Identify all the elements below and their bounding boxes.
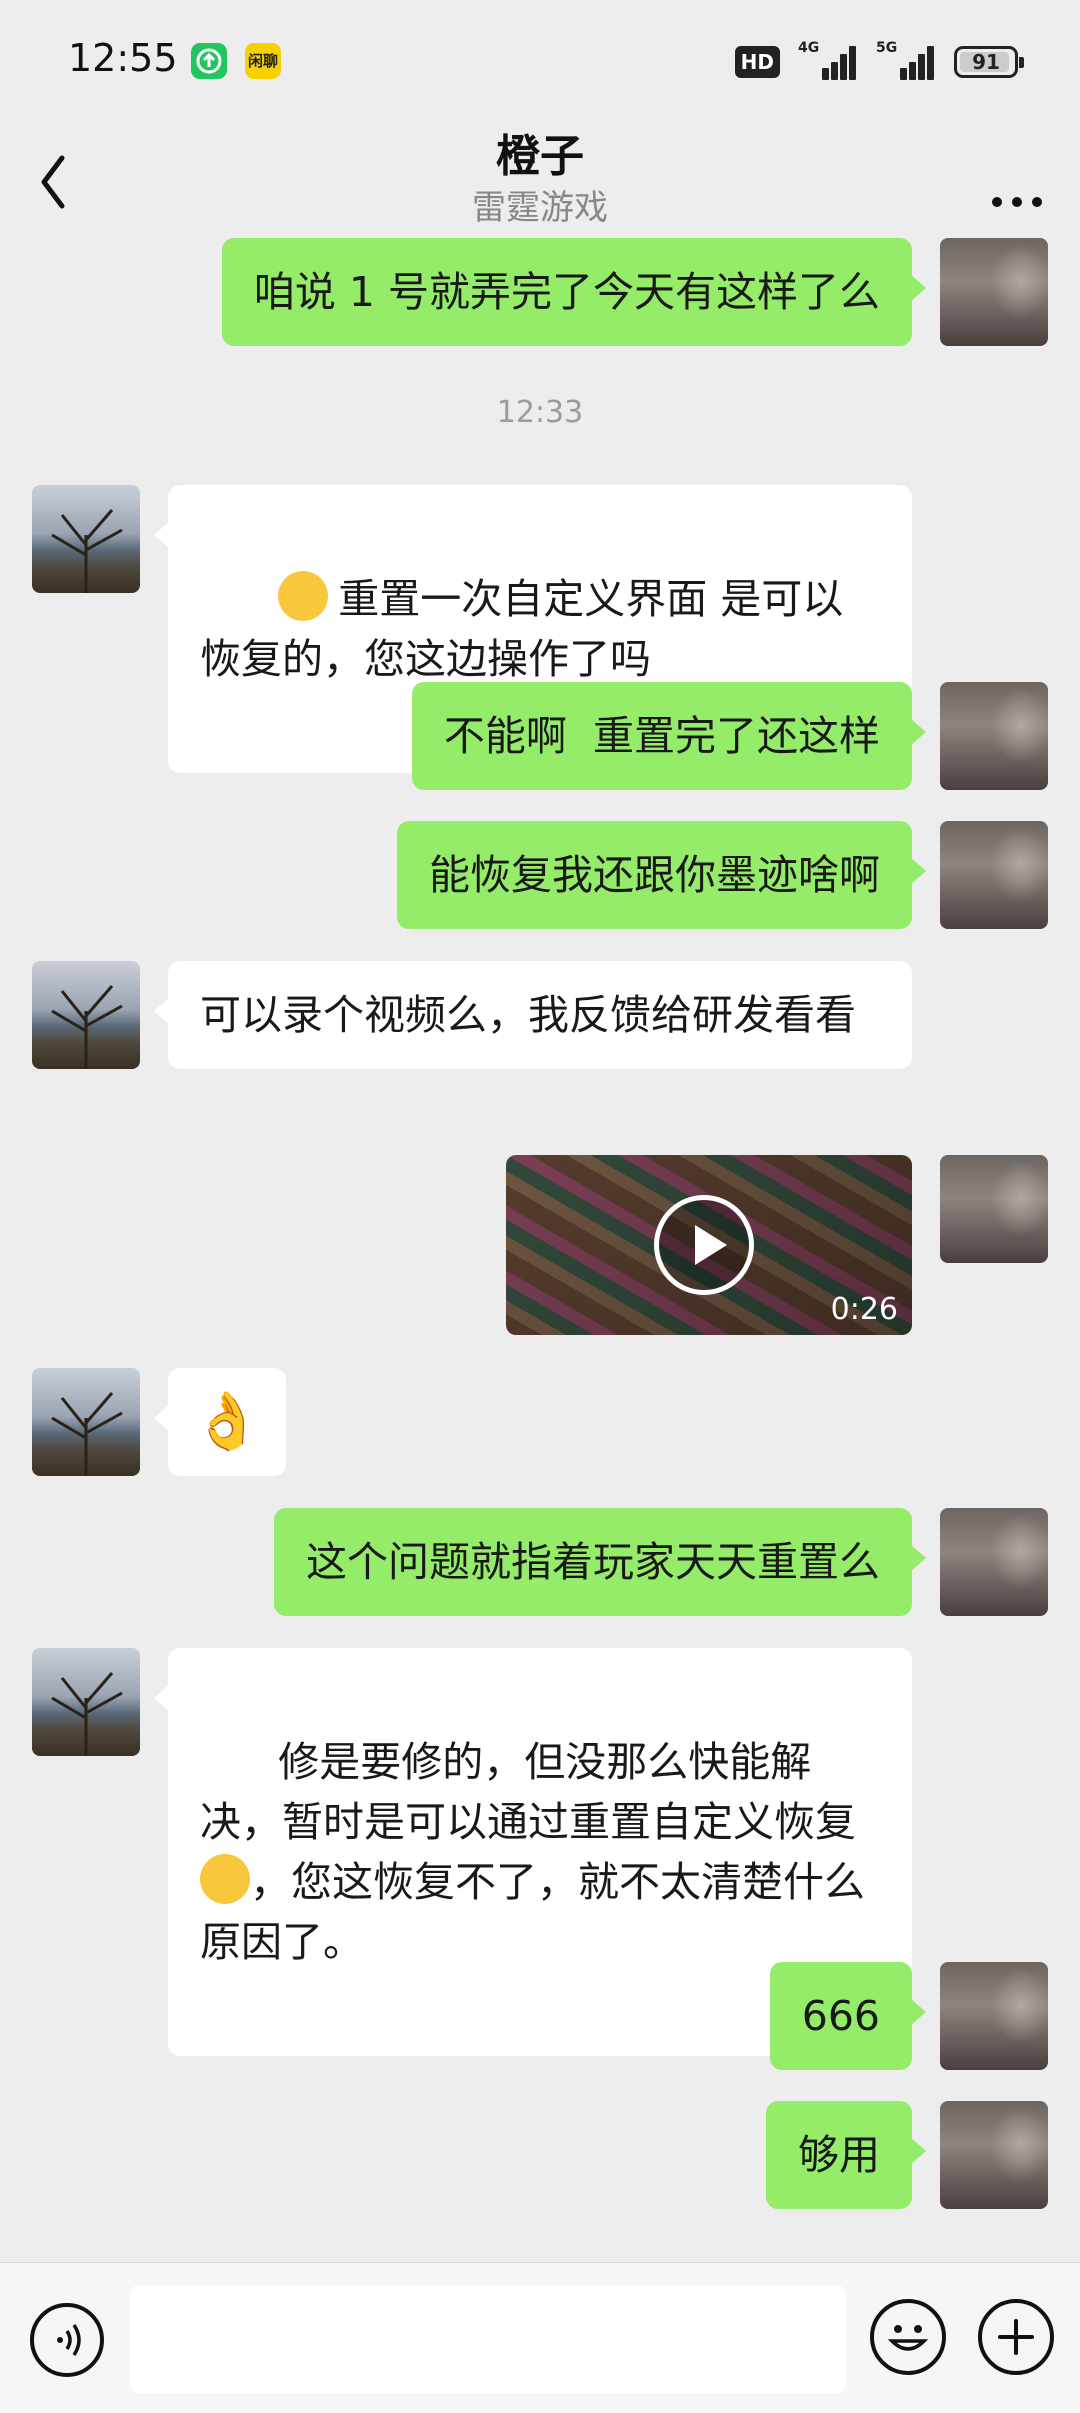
my-avatar[interactable] [940,821,1048,929]
chat-title: 橙子 [496,131,584,182]
my-message-bubble[interactable]: 够用 [766,2101,926,2209]
upload-icon [191,43,227,79]
my-avatar[interactable] [940,1962,1048,2070]
my-avatar[interactable] [940,1155,1048,1263]
play-icon[interactable] [654,1195,754,1295]
more-dots-icon [992,197,1042,207]
message-list[interactable]: 咱说 1 号就弄完了今天有这样了么 12:33 重置一次自定义界面 是可以恢复的… [0,235,1080,2260]
signal-4g-icon: 4G [798,40,858,80]
input-bar [0,2262,1080,2413]
my-avatar[interactable] [940,238,1048,346]
plus-icon [998,2319,1034,2355]
message-timestamp: 12:33 [496,395,584,430]
contact-emoji-bubble[interactable]: 👌 [154,1368,286,1476]
contact-avatar[interactable] [32,485,140,593]
emoji-button[interactable] [870,2299,946,2375]
contact-message-bubble[interactable]: 可以录个视频么，我反馈给研发看看 [154,961,912,1069]
status-indicators: HD 4G 5G 91 [734,40,1024,82]
status-bar: 12:55 闲聊 HD 4G 5G 91 [0,0,1080,120]
status-time: 12:55 [68,36,178,80]
hd-voice-badge: HD [734,46,780,78]
contact-avatar[interactable] [32,1648,140,1756]
my-avatar[interactable] [940,2101,1048,2209]
battery-icon: 91 [954,46,1024,78]
video-message[interactable]: 0:26 [506,1155,912,1335]
laugh-cry-emoji [200,1854,250,1904]
my-message-bubble[interactable]: 不能啊 重置完了还这样 [411,682,927,790]
my-message-bubble[interactable]: 能恢复我还跟你墨迹啥啊 [397,821,926,929]
video-duration: 0:26 [830,1292,898,1327]
my-message-bubble[interactable]: 这个问题就指着玩家天天重置么 [274,1508,926,1616]
laugh-cry-emoji [278,571,329,621]
app-notification-badge: 闲聊 [245,43,281,79]
more-actions-button[interactable] [978,2299,1054,2375]
voice-icon [57,2324,81,2356]
my-message-bubble[interactable]: 666 [769,1962,927,2070]
ok-hand-emoji: 👌 [192,1389,262,1454]
battery-level: 91 [972,50,1000,74]
my-avatar[interactable] [940,682,1048,790]
contact-avatar[interactable] [32,961,140,1069]
my-message-bubble[interactable]: 咱说 1 号就弄完了今天有这样了么 [221,238,927,346]
smiley-icon [887,2325,929,2351]
voice-input-button[interactable] [30,2303,104,2377]
contact-avatar[interactable] [32,1368,140,1476]
chat-subtitle: 雷霆游戏 [472,188,608,228]
chat-header: 橙子 雷霆游戏 [0,120,1080,240]
signal-5g-icon: 5G [876,40,936,80]
my-avatar[interactable] [940,1508,1048,1616]
message-input[interactable] [130,2285,846,2393]
more-options-button[interactable] [982,150,1052,210]
